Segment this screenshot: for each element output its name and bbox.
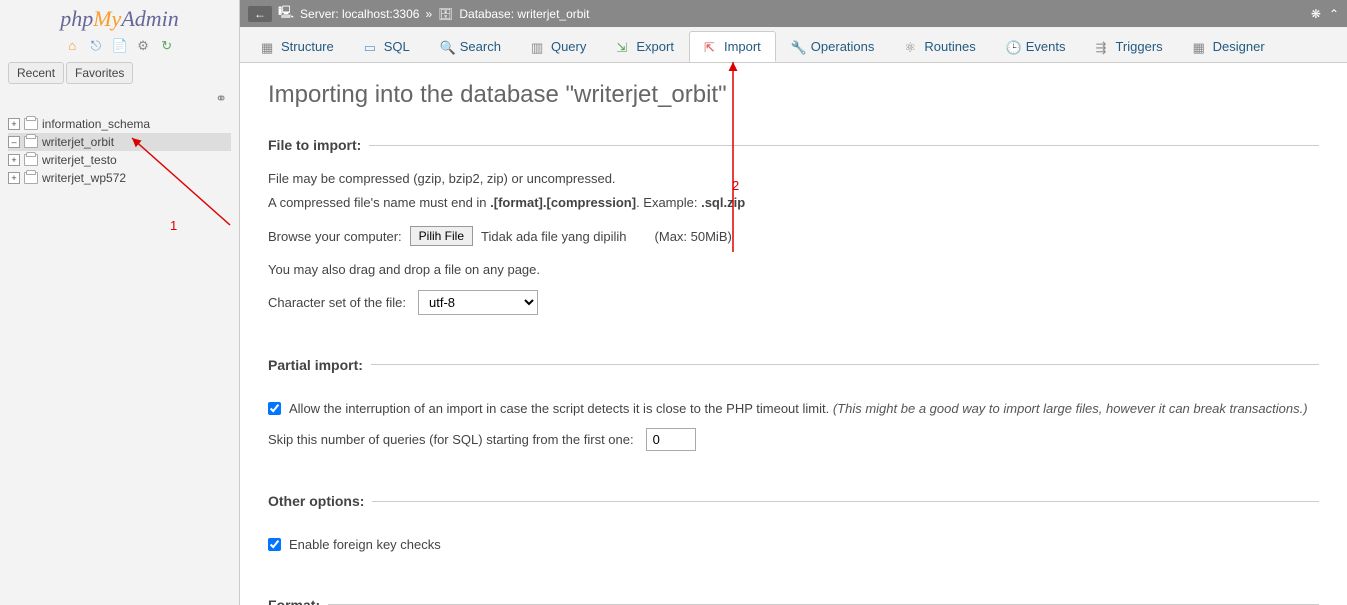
annotation-label-1: 1: [170, 218, 177, 233]
refresh-icon[interactable]: ↻: [159, 38, 175, 54]
file-legend: File to import:: [268, 137, 369, 153]
browse-label: Browse your computer:: [268, 229, 402, 244]
db-item-writerjet-wp572[interactable]: + writerjet_wp572: [8, 169, 231, 187]
partial-import-fieldset: Partial import: Allow the interruption o…: [268, 357, 1319, 466]
drag-hint: You may also drag and drop a file on any…: [268, 260, 1319, 280]
db-item-writerjet-testo[interactable]: + writerjet_testo: [8, 151, 231, 169]
partial-legend: Partial import:: [268, 357, 371, 373]
file-none-label: Tidak ada file yang dipilih: [481, 229, 627, 244]
search-icon: 🔍: [440, 40, 454, 54]
database-tree: + information_schema – writerjet_orbit +…: [0, 113, 239, 189]
phpmyadmin-logo[interactable]: phpMyAdmin: [0, 0, 239, 34]
structure-icon: ▦: [261, 40, 275, 54]
annotation-label-2: 2: [732, 178, 739, 193]
format-fieldset: Format:: [268, 597, 1319, 605]
file-hint-2: A compressed file's name must end in .[f…: [268, 193, 1319, 213]
logout-icon[interactable]: ⎋: [88, 38, 104, 54]
tab-export[interactable]: ⇲Export: [601, 31, 689, 62]
database-icon: [24, 154, 38, 166]
triggers-icon: ⇶: [1095, 40, 1109, 54]
nav-icons: ⌂ ⎋ 📄 ⚙ ↻: [0, 34, 239, 58]
allow-interrupt-checkbox[interactable]: [268, 402, 281, 415]
tab-triggers[interactable]: ⇶Triggers: [1080, 31, 1177, 62]
fk-checks-checkbox[interactable]: [268, 538, 281, 551]
server-icon: 🖳: [278, 3, 294, 24]
format-legend: Format:: [268, 597, 328, 605]
tab-import[interactable]: ⇱Import: [689, 31, 776, 62]
breadcrumb: ← 🖳 Server: localhost:3306 » 🗄 Database:…: [240, 0, 1347, 27]
tab-sql[interactable]: ▭SQL: [349, 31, 425, 62]
fk-checks-label[interactable]: Enable foreign key checks: [289, 535, 441, 555]
expand-icon[interactable]: +: [8, 118, 20, 130]
charset-label: Character set of the file:: [268, 295, 406, 310]
export-icon: ⇲: [616, 40, 630, 54]
routines-icon: ⚛: [904, 40, 918, 54]
file-to-import-fieldset: File to import: File may be compressed (…: [268, 137, 1319, 329]
tab-query[interactable]: ▥Query: [516, 31, 601, 62]
breadcrumb-database[interactable]: Database: writerjet_orbit: [459, 7, 589, 21]
tab-routines[interactable]: ⚛Routines: [889, 31, 990, 62]
tab-operations[interactable]: 🔧Operations: [776, 31, 890, 62]
other-options-fieldset: Other options: Enable foreign key checks: [268, 493, 1319, 569]
charset-select[interactable]: utf-8: [418, 290, 538, 315]
database-icon: [24, 118, 38, 130]
expand-icon[interactable]: +: [8, 154, 20, 166]
top-tabs: ▦Structure ▭SQL 🔍Search ▥Query ⇲Export ⇱…: [240, 27, 1347, 63]
operations-icon: 🔧: [791, 40, 805, 54]
main-content: ← 🖳 Server: localhost:3306 » 🗄 Database:…: [240, 0, 1347, 605]
tab-designer[interactable]: ▦Designer: [1178, 31, 1280, 62]
db-item-information-schema[interactable]: + information_schema: [8, 115, 231, 133]
import-icon: ⇱: [704, 40, 718, 54]
collapse-icon[interactable]: –: [8, 136, 20, 148]
designer-icon: ▦: [1193, 40, 1207, 54]
expand-icon[interactable]: +: [8, 172, 20, 184]
collapse-panel-icon[interactable]: ⌃: [1329, 7, 1339, 21]
skip-queries-input[interactable]: [646, 428, 696, 451]
tab-events[interactable]: 🕒Events: [991, 31, 1081, 62]
settings-icon[interactable]: ⚙: [135, 38, 151, 54]
database-icon: [24, 172, 38, 184]
sql-icon: ▭: [364, 40, 378, 54]
other-legend: Other options:: [268, 493, 372, 509]
file-hint-1: File may be compressed (gzip, bzip2, zip…: [268, 169, 1319, 189]
events-icon: 🕒: [1006, 40, 1020, 54]
page-title: Importing into the database "writerjet_o…: [268, 81, 1319, 109]
db-item-writerjet-orbit[interactable]: – writerjet_orbit: [8, 133, 231, 151]
favorites-tab[interactable]: Favorites: [66, 62, 133, 84]
query-icon: ▥: [531, 40, 545, 54]
max-size-label: (Max: 50MiB): [655, 229, 732, 244]
sidebar: phpMyAdmin ⌂ ⎋ 📄 ⚙ ↻ Recent Favorites ⚭ …: [0, 0, 240, 605]
tab-search[interactable]: 🔍Search: [425, 31, 516, 62]
recent-tab[interactable]: Recent: [8, 62, 64, 84]
docs-icon[interactable]: 📄: [112, 38, 128, 54]
skip-label: Skip this number of queries (for SQL) st…: [268, 432, 634, 447]
back-button[interactable]: ←: [248, 6, 272, 22]
tab-structure[interactable]: ▦Structure: [246, 31, 349, 62]
home-icon[interactable]: ⌂: [64, 38, 80, 54]
choose-file-button[interactable]: Pilih File: [410, 226, 473, 246]
link-icon[interactable]: ⚭: [215, 90, 227, 106]
database-icon: 🗄: [438, 7, 453, 21]
database-icon: [24, 136, 38, 148]
allow-interrupt-label[interactable]: Allow the interruption of an import in c…: [289, 399, 1308, 419]
breadcrumb-server[interactable]: Server: localhost:3306: [300, 7, 419, 21]
gear-icon[interactable]: ❋: [1311, 7, 1321, 21]
